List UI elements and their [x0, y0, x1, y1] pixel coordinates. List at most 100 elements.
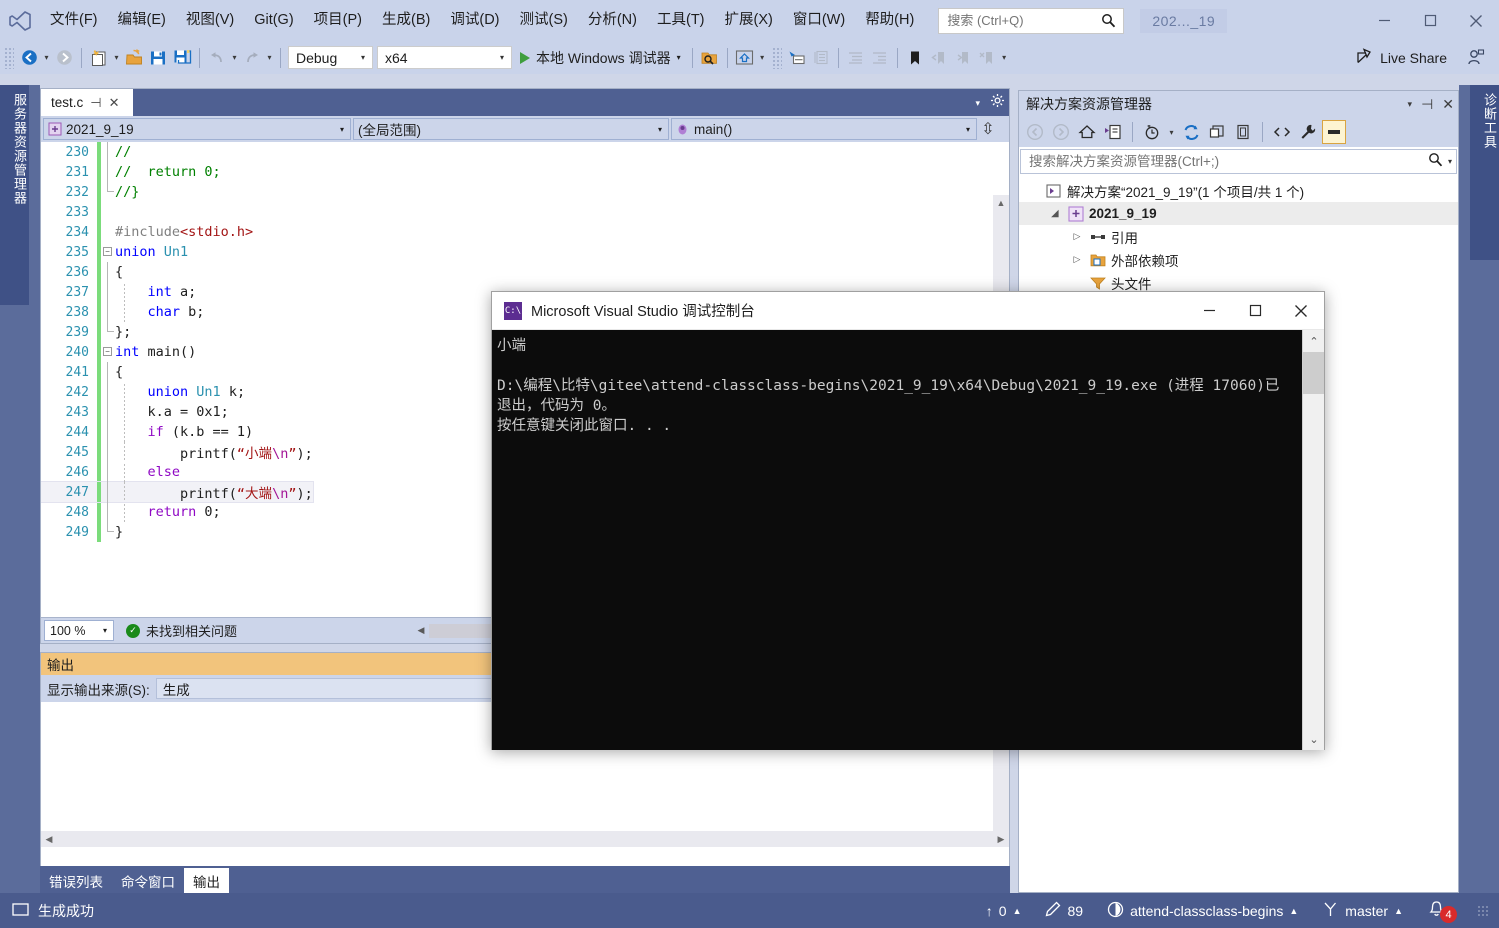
toolbar-overflow-icon-2[interactable]: ▾	[999, 53, 1010, 62]
fold-gutter[interactable]: −	[101, 242, 115, 262]
save-all-icon[interactable]	[170, 45, 194, 71]
fold-gutter[interactable]	[101, 262, 115, 282]
fold-gutter[interactable]	[101, 162, 115, 182]
fold-gutter[interactable]	[101, 322, 115, 342]
fold-gutter[interactable]	[101, 202, 115, 222]
pending-changes-item[interactable]: 89	[1033, 893, 1095, 928]
fold-gutter[interactable]	[101, 422, 115, 442]
fold-gutter[interactable]	[101, 142, 115, 162]
tree-item[interactable]: ◢ 2021_9_19	[1019, 202, 1458, 225]
open-file-icon[interactable]	[122, 45, 146, 71]
scroll-left-icon[interactable]: ◀	[41, 831, 57, 847]
toolbar-grip-2[interactable]	[771, 46, 782, 69]
fold-gutter[interactable]	[101, 462, 115, 482]
fold-gutter[interactable]	[101, 282, 115, 302]
twisty-icon[interactable]: ▷	[1069, 231, 1085, 242]
solution-search-input[interactable]	[1027, 153, 1428, 170]
fold-gutter[interactable]	[101, 362, 115, 382]
pin-icon[interactable]: ⊣	[90, 95, 101, 111]
fold-collapse-icon[interactable]: −	[103, 247, 112, 256]
preview-selected-items-icon[interactable]	[1322, 120, 1346, 144]
console-output-area[interactable]: 小端 D:\编程\比特\gitee\attend-classclass-begi…	[492, 330, 1324, 750]
tab-error-list[interactable]: 错误列表	[40, 869, 112, 893]
search-icon[interactable]	[1428, 152, 1443, 172]
editor-tab-test-c[interactable]: test.c ⊣ ✕	[41, 89, 133, 116]
home-icon[interactable]	[1075, 120, 1099, 144]
toolbar-overflow-icon[interactable]: ▾	[757, 53, 768, 62]
menu-help[interactable]: 帮助(H)	[855, 8, 924, 33]
console-scroll-thumb[interactable]	[1303, 352, 1324, 394]
close-icon[interactable]: ✕	[1442, 96, 1454, 113]
pending-history-clock-icon[interactable]	[1140, 120, 1164, 144]
maximize-button[interactable]	[1407, 0, 1453, 41]
fold-gutter[interactable]	[101, 222, 115, 242]
close-button[interactable]	[1453, 0, 1499, 41]
menu-view[interactable]: 视图(V)	[176, 8, 244, 33]
close-icon[interactable]: ✕	[109, 95, 120, 111]
menu-debug[interactable]: 调试(D)	[440, 8, 509, 33]
console-minimize-button[interactable]	[1186, 292, 1232, 330]
diagnostic-tools-tab[interactable]: 诊断工具	[1470, 85, 1499, 260]
fold-gutter[interactable]	[101, 522, 115, 542]
pin-icon[interactable]: ⊣	[1421, 96, 1433, 113]
fold-gutter[interactable]	[101, 502, 115, 522]
view-code-icon[interactable]	[1270, 120, 1294, 144]
twisty-icon[interactable]: ▷	[1069, 254, 1085, 265]
quick-search-box[interactable]	[938, 7, 1125, 34]
branch-item[interactable]: master ▲	[1310, 893, 1415, 928]
console-close-button[interactable]	[1278, 292, 1324, 330]
menu-tools[interactable]: 工具(T)	[647, 8, 715, 33]
navbar-scope-combo[interactable]: (全局范围) ▾	[353, 118, 669, 140]
solution-search-box[interactable]: ▾	[1020, 149, 1457, 174]
start-debugging-button[interactable]: 本地 Windows 调试器 ▾	[514, 45, 687, 71]
navigate-backward-dropdown-icon[interactable]: ▾	[41, 53, 52, 62]
scroll-up-icon[interactable]: ⌃	[1303, 330, 1324, 352]
menu-git[interactable]: Git(G)	[244, 8, 303, 33]
refresh-icon[interactable]	[1179, 120, 1203, 144]
tab-command-window[interactable]: 命令窗口	[112, 869, 184, 893]
live-share-button[interactable]: Live Share	[1349, 44, 1453, 72]
new-project-dropdown-icon[interactable]: ▾	[111, 53, 122, 62]
resize-grip[interactable]	[1477, 904, 1489, 917]
redo-dropdown-icon[interactable]: ▾	[264, 53, 275, 62]
window-menu-dropdown-icon[interactable]: ▾	[1408, 99, 1413, 110]
toggle-bookmark-icon[interactable]	[903, 45, 927, 71]
twisty-icon[interactable]: ◢	[1047, 208, 1063, 219]
notifications-item[interactable]: 4	[1415, 893, 1469, 928]
chevron-down-icon[interactable]: ▾	[677, 53, 681, 62]
fold-gutter[interactable]	[101, 302, 115, 322]
navigate-backward-icon[interactable]	[17, 45, 41, 71]
fold-gutter[interactable]	[101, 402, 115, 422]
tree-item[interactable]: ▷ 外部依赖项	[1019, 248, 1458, 271]
search-options-dropdown-icon[interactable]: ▾	[1448, 157, 1452, 166]
scroll-up-icon[interactable]: ▲	[993, 195, 1009, 211]
minimize-button[interactable]	[1361, 0, 1407, 41]
toolbar-grip[interactable]	[4, 46, 14, 69]
platform-combo[interactable]: x64 ▾	[377, 46, 512, 69]
repository-item[interactable]: attend-classclass-begins ▲	[1095, 893, 1310, 928]
save-icon[interactable]	[146, 45, 170, 71]
tab-output[interactable]: 输出	[184, 868, 229, 893]
menu-edit[interactable]: 编辑(E)	[108, 8, 176, 33]
server-explorer-tab[interactable]: 服务器资源管理器	[0, 85, 29, 305]
scroll-left-icon[interactable]: ◀	[413, 622, 429, 640]
fold-collapse-icon[interactable]: −	[103, 347, 112, 356]
fold-gutter[interactable]: −	[101, 342, 115, 362]
fold-gutter[interactable]	[101, 382, 115, 402]
console-maximize-button[interactable]	[1232, 292, 1278, 330]
split-view-icon[interactable]: ⇳	[979, 119, 997, 139]
output-horizontal-scrollbar[interactable]: ◀ ▶	[41, 831, 1009, 847]
menu-file[interactable]: 文件(F)	[40, 8, 108, 33]
fold-gutter[interactable]	[101, 442, 115, 462]
navbar-member-combo[interactable]: main() ▾	[671, 118, 977, 140]
scroll-down-icon[interactable]: ⌄	[1303, 728, 1324, 750]
menu-project[interactable]: 项目(P)	[304, 8, 372, 33]
new-project-icon[interactable]	[87, 45, 111, 71]
menu-extensions[interactable]: 扩展(X)	[715, 8, 783, 33]
properties-window-icon[interactable]	[785, 45, 809, 71]
menu-analyze[interactable]: 分析(N)	[578, 8, 647, 33]
account-manager-icon[interactable]	[1463, 45, 1487, 71]
show-all-files-icon[interactable]	[1231, 120, 1255, 144]
menu-test[interactable]: 测试(S)	[510, 8, 578, 33]
active-files-dropdown-icon[interactable]: ▾	[975, 98, 980, 109]
